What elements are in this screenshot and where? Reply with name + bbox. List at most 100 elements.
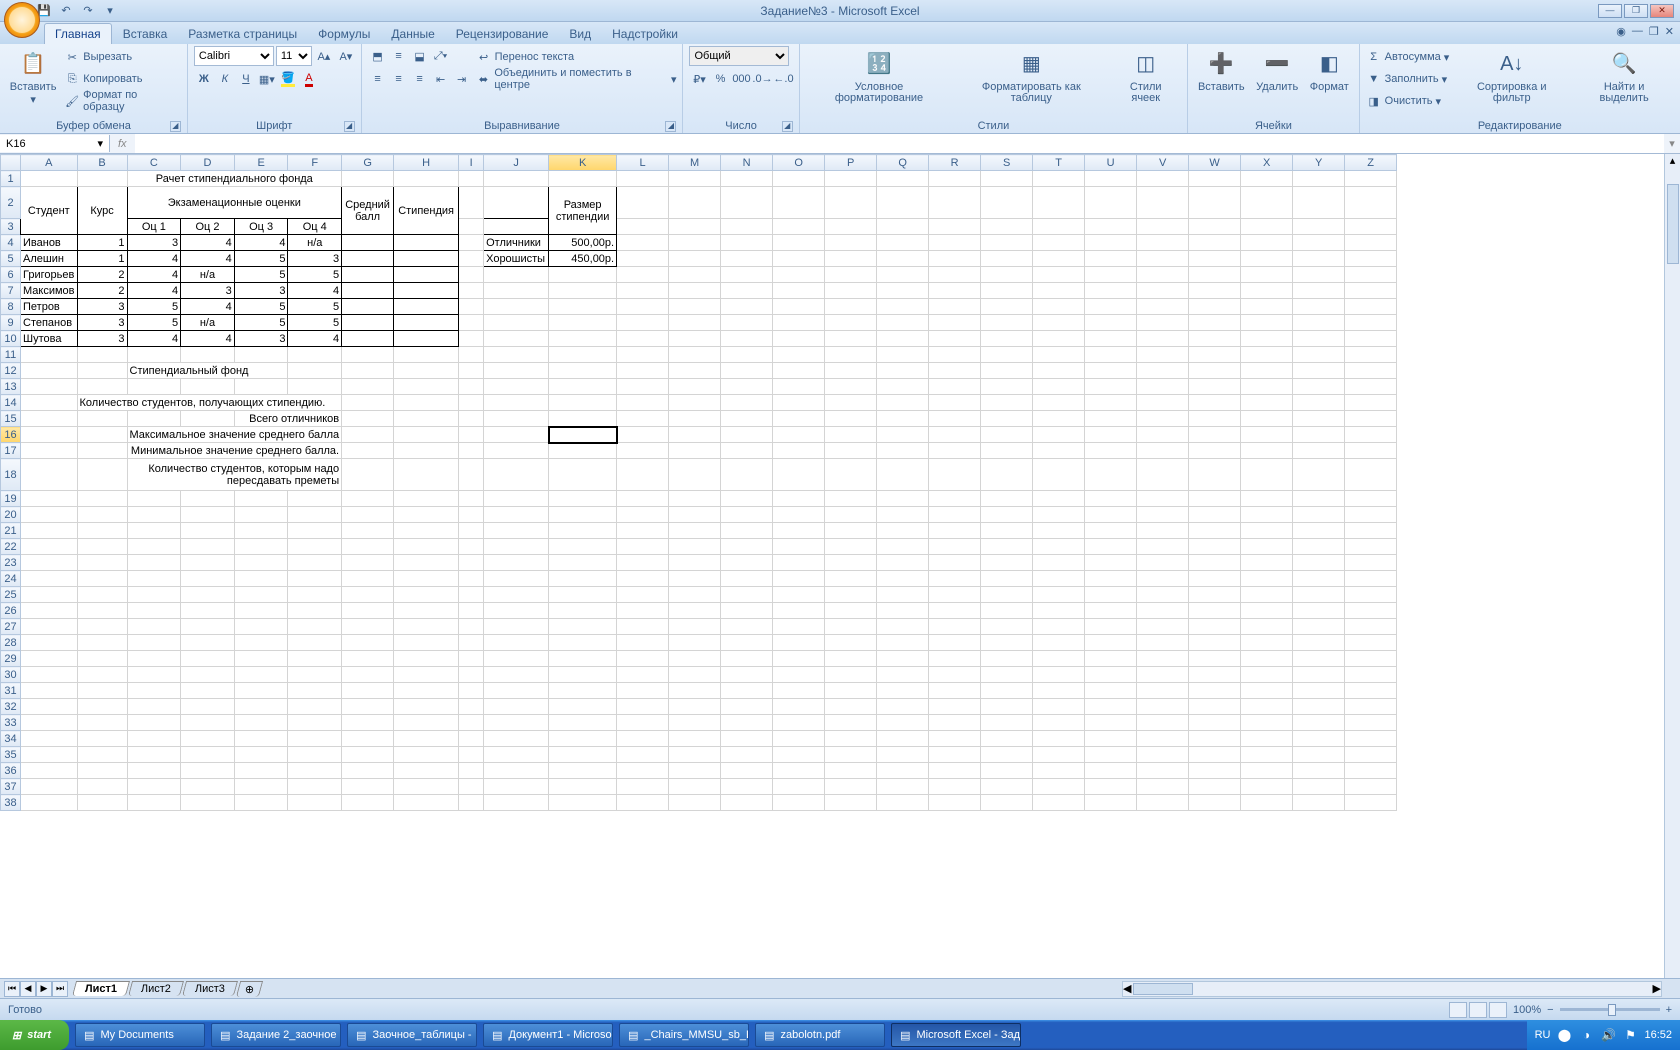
- number-dialog-launcher[interactable]: ◢: [782, 121, 793, 132]
- cell-U9[interactable]: [1085, 315, 1137, 331]
- cell-P22[interactable]: [825, 539, 877, 555]
- cell-R25[interactable]: [929, 587, 981, 603]
- cell-S38[interactable]: [981, 795, 1033, 811]
- cell-J12[interactable]: [484, 363, 549, 379]
- cell-A37[interactable]: [21, 779, 78, 795]
- cell-Z17[interactable]: [1345, 443, 1397, 459]
- cell-J28[interactable]: [484, 635, 549, 651]
- cell-D31[interactable]: [181, 683, 235, 699]
- cell-E8[interactable]: 5: [234, 299, 288, 315]
- cell-E23[interactable]: [234, 555, 288, 571]
- cell-E19[interactable]: [234, 491, 288, 507]
- cell-A15[interactable]: [21, 411, 78, 427]
- cell-G32[interactable]: [342, 699, 394, 715]
- cell-D11[interactable]: [181, 347, 235, 363]
- cell-J13[interactable]: [484, 379, 549, 395]
- cell-F19[interactable]: [288, 491, 342, 507]
- cell-X22[interactable]: [1241, 539, 1293, 555]
- cell-W8[interactable]: [1189, 299, 1241, 315]
- cell-N35[interactable]: [721, 747, 773, 763]
- merge-center-button[interactable]: ⬌Объединить и поместить в центре ▾: [476, 68, 677, 90]
- cell-F27[interactable]: [288, 619, 342, 635]
- format-cells-button[interactable]: ◧Формат: [1306, 46, 1353, 95]
- cell-S16[interactable]: [981, 427, 1033, 443]
- cell-T13[interactable]: [1033, 379, 1085, 395]
- cell-F34[interactable]: [288, 731, 342, 747]
- cell-Q33[interactable]: [877, 715, 929, 731]
- cell-F12[interactable]: [288, 363, 342, 379]
- cell-B27[interactable]: [77, 619, 127, 635]
- cell-M34[interactable]: [669, 731, 721, 747]
- cell-T38[interactable]: [1033, 795, 1085, 811]
- cell-F9[interactable]: 5: [288, 315, 342, 331]
- cell-L35[interactable]: [617, 747, 669, 763]
- cell-S4[interactable]: [981, 235, 1033, 251]
- cell-U25[interactable]: [1085, 587, 1137, 603]
- cell-I15[interactable]: [459, 411, 484, 427]
- cell-H24[interactable]: [394, 571, 459, 587]
- cell-N32[interactable]: [721, 699, 773, 715]
- cell-T10[interactable]: [1033, 331, 1085, 347]
- cell-Z20[interactable]: [1345, 507, 1397, 523]
- cell-V16[interactable]: [1137, 427, 1189, 443]
- cell-W28[interactable]: [1189, 635, 1241, 651]
- cell-T20[interactable]: [1033, 507, 1085, 523]
- cell-M36[interactable]: [669, 763, 721, 779]
- cell-B34[interactable]: [77, 731, 127, 747]
- row-header-37[interactable]: 37: [1, 779, 21, 795]
- cell-H14[interactable]: [394, 395, 459, 411]
- cell-J11[interactable]: [484, 347, 549, 363]
- cell-M6[interactable]: [669, 267, 721, 283]
- cell-P20[interactable]: [825, 507, 877, 523]
- cell-O7[interactable]: [773, 283, 825, 299]
- cell-N28[interactable]: [721, 635, 773, 651]
- cell-Q27[interactable]: [877, 619, 929, 635]
- cell-N11[interactable]: [721, 347, 773, 363]
- cell-D33[interactable]: [181, 715, 235, 731]
- cell-R24[interactable]: [929, 571, 981, 587]
- cell-K22[interactable]: [549, 539, 617, 555]
- cell-I35[interactable]: [459, 747, 484, 763]
- cell-X9[interactable]: [1241, 315, 1293, 331]
- cell-H30[interactable]: [394, 667, 459, 683]
- cell-C30[interactable]: [127, 667, 181, 683]
- cell-R29[interactable]: [929, 651, 981, 667]
- cell-G25[interactable]: [342, 587, 394, 603]
- cell-O6[interactable]: [773, 267, 825, 283]
- fill-button[interactable]: ▼Заполнить ▾: [1366, 68, 1450, 90]
- cell-D8[interactable]: 4: [181, 299, 235, 315]
- cell-U24[interactable]: [1085, 571, 1137, 587]
- cell-S32[interactable]: [981, 699, 1033, 715]
- row-header-27[interactable]: 27: [1, 619, 21, 635]
- col-header-Y[interactable]: Y: [1293, 155, 1345, 171]
- cell-S3[interactable]: [981, 219, 1033, 235]
- tray-lang[interactable]: RU: [1535, 1029, 1551, 1041]
- cell-J2[interactable]: [484, 187, 549, 219]
- cell-S26[interactable]: [981, 603, 1033, 619]
- cell-L21[interactable]: [617, 523, 669, 539]
- cell-U33[interactable]: [1085, 715, 1137, 731]
- cell-Y20[interactable]: [1293, 507, 1345, 523]
- cell-M37[interactable]: [669, 779, 721, 795]
- cell-A13[interactable]: [21, 379, 78, 395]
- col-header-U[interactable]: U: [1085, 155, 1137, 171]
- cell-B31[interactable]: [77, 683, 127, 699]
- cell-G20[interactable]: [342, 507, 394, 523]
- cell-Y21[interactable]: [1293, 523, 1345, 539]
- cell-R20[interactable]: [929, 507, 981, 523]
- cell-J15[interactable]: [484, 411, 549, 427]
- cell-Q5[interactable]: [877, 251, 929, 267]
- cell-S2[interactable]: [981, 187, 1033, 219]
- cell-W33[interactable]: [1189, 715, 1241, 731]
- cell-K33[interactable]: [549, 715, 617, 731]
- cell-E27[interactable]: [234, 619, 288, 635]
- cell-X35[interactable]: [1241, 747, 1293, 763]
- cell-D29[interactable]: [181, 651, 235, 667]
- cell-H18[interactable]: [394, 459, 459, 491]
- row-header-28[interactable]: 28: [1, 635, 21, 651]
- cell-P4[interactable]: [825, 235, 877, 251]
- cell-E21[interactable]: [234, 523, 288, 539]
- cell-E36[interactable]: [234, 763, 288, 779]
- cell-J30[interactable]: [484, 667, 549, 683]
- cell-D6[interactable]: н/а: [181, 267, 235, 283]
